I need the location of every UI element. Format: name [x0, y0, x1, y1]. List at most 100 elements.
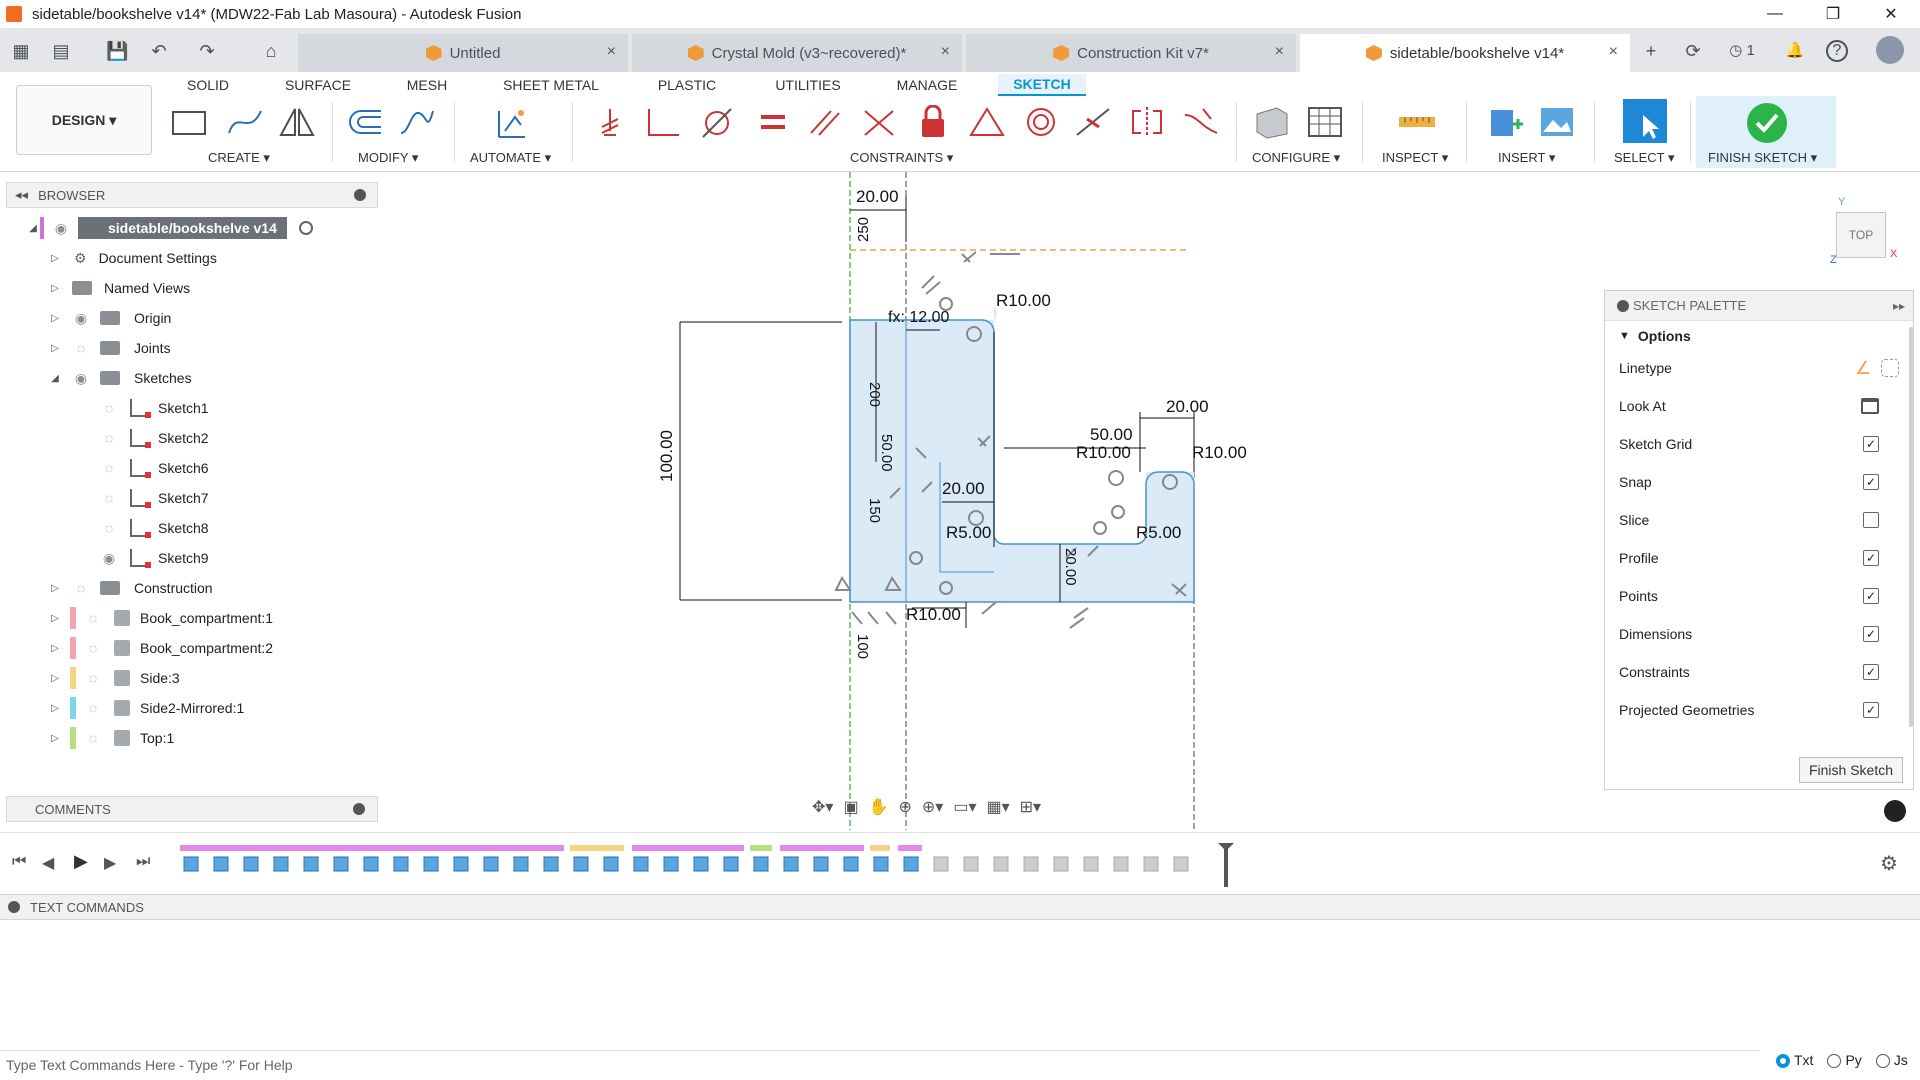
expand-triangle-icon[interactable]: ▷	[48, 673, 62, 684]
options-section[interactable]: ▼ Options	[1619, 321, 1889, 351]
sketch-grid-checkbox[interactable]: ✓	[1863, 436, 1879, 452]
undo-icon[interactable]: ↶	[148, 40, 170, 62]
hidden-eye-icon[interactable]: ◌	[82, 731, 104, 745]
tab-solid[interactable]: SOLID	[180, 74, 236, 96]
expand-triangle-icon[interactable]: ▷	[48, 733, 62, 744]
close-tab-icon[interactable]: ×	[607, 43, 616, 61]
insert-menu[interactable]: INSERT ▾	[1498, 150, 1555, 166]
workspace-design-button[interactable]: DESIGN ▾	[16, 85, 152, 155]
doc-tab-untitled[interactable]: Untitled ×	[298, 34, 628, 72]
measure-tool-icon[interactable]	[1396, 102, 1438, 142]
expand-triangle-icon[interactable]: ▷	[48, 583, 62, 594]
curve-tool-icon[interactable]	[396, 102, 438, 142]
sketch-palette-header[interactable]: SKETCH PALETTE ▸▸	[1605, 291, 1913, 321]
minimize-button[interactable]: —	[1746, 0, 1804, 28]
notification-icon[interactable]: 🔔	[1784, 40, 1806, 62]
jobs-status-icon[interactable]: ◷ 1	[1724, 40, 1760, 62]
dimensions-checkbox[interactable]: ✓	[1863, 626, 1879, 642]
snap-checkbox[interactable]: ✓	[1863, 474, 1879, 490]
mode-py[interactable]: Py	[1827, 1052, 1862, 1069]
tangent-constraint-icon[interactable]	[696, 102, 738, 142]
timeline-start-icon[interactable]: ⏮	[12, 853, 26, 871]
palette-minimize-icon[interactable]	[1617, 299, 1629, 312]
points-checkbox[interactable]: ✓	[1863, 588, 1879, 604]
constraints-menu[interactable]: CONSTRAINTS ▾	[850, 150, 953, 166]
text-commands-toggle-icon[interactable]	[8, 901, 20, 913]
tab-sketch[interactable]: SKETCH	[998, 74, 1086, 96]
visibility-eye-icon[interactable]: ◉	[70, 371, 92, 385]
projected-geometries-checkbox[interactable]: ✓	[1863, 702, 1879, 718]
hidden-eye-icon[interactable]: ◌	[70, 581, 92, 595]
parallel-constraint-icon[interactable]	[804, 102, 846, 142]
browser-side-3[interactable]: ▷ ◌ Side:3	[48, 664, 180, 692]
text-commands-header[interactable]: TEXT COMMANDS	[0, 894, 1920, 920]
hidden-eye-icon[interactable]: ◌	[82, 641, 104, 655]
display-settings-icon[interactable]: ▭▾	[953, 797, 976, 817]
inspect-menu[interactable]: INSPECT ▾	[1382, 150, 1448, 166]
insert-canvas-icon[interactable]	[1536, 102, 1578, 142]
save-icon[interactable]: 💾	[106, 40, 128, 62]
tab-utilities[interactable]: UTILITIES	[768, 74, 848, 96]
activate-radio-icon[interactable]	[298, 221, 313, 235]
curvature-constraint-icon[interactable]	[1180, 102, 1222, 142]
concentric-constraint-icon[interactable]	[1020, 102, 1062, 142]
redo-icon[interactable]: ↷	[196, 40, 218, 62]
hidden-eye-icon[interactable]: ◌	[82, 701, 104, 715]
look-at-nav-icon[interactable]: ▣	[843, 797, 858, 817]
tab-plastic[interactable]: PLASTIC	[652, 74, 722, 96]
close-tab-icon[interactable]: ×	[1609, 43, 1618, 61]
offset-tool-icon[interactable]	[344, 102, 386, 142]
hidden-eye-icon[interactable]: ◌	[98, 521, 120, 535]
browser-top-1[interactable]: ▷ ◌ Top:1	[48, 724, 174, 752]
rectangle-tool-icon[interactable]	[168, 102, 210, 142]
select-menu[interactable]: SELECT ▾	[1614, 150, 1674, 166]
mode-txt[interactable]: Txt	[1776, 1052, 1813, 1069]
expand-triangle-icon[interactable]: ▷	[48, 283, 62, 294]
comments-panel[interactable]: COMMENTS	[6, 796, 378, 822]
browser-sketch9[interactable]: ◉ Sketch9	[98, 544, 209, 572]
automate-menu[interactable]: AUTOMATE ▾	[470, 150, 551, 166]
linetype-construction-icon[interactable]: ∠	[1855, 358, 1871, 379]
expand-triangle-icon[interactable]: ▷	[48, 613, 62, 624]
browser-sketch7[interactable]: ◌ Sketch7	[98, 484, 209, 512]
finish-sketch-menu[interactable]: FINISH SKETCH ▾	[1708, 150, 1817, 166]
sync-icon[interactable]: ⟳	[1682, 40, 1704, 62]
triangle-constraint-icon[interactable]	[966, 102, 1008, 142]
select-tool-icon[interactable]	[1620, 96, 1670, 146]
browser-book-compartment-1[interactable]: ▷ ◌ Book_compartment:1	[48, 604, 273, 632]
view-cube[interactable]: TOP	[1836, 212, 1886, 258]
collapse-triangle-icon[interactable]: ◢	[26, 223, 40, 234]
browser-root[interactable]: ◢ ◉ sidetable/bookshelve v14	[26, 214, 313, 242]
timeline-end-icon[interactable]: ⏭	[136, 853, 150, 871]
zoom-icon[interactable]: ⊕	[898, 797, 911, 817]
close-window-button[interactable]: ✕	[1862, 0, 1920, 28]
timeline-back-icon[interactable]: ◀	[42, 853, 54, 873]
orbit-icon[interactable]: ✥▾	[812, 797, 833, 817]
browser-sketch1[interactable]: ◌ Sketch1	[98, 394, 209, 422]
mode-js[interactable]: Js	[1875, 1052, 1908, 1069]
hidden-eye-icon[interactable]: ◌	[98, 491, 120, 505]
browser-side2-mirrored-1[interactable]: ▷ ◌ Side2-Mirrored:1	[48, 694, 244, 722]
fix-constraint-icon[interactable]	[590, 102, 632, 142]
look-at-icon[interactable]	[1861, 398, 1879, 414]
collapse-triangle-icon[interactable]: ▼	[1619, 330, 1630, 342]
perpendicular-constraint-icon[interactable]	[642, 102, 684, 142]
collapse-panel-icon[interactable]: ◂◂	[15, 187, 28, 203]
zoom-window-icon[interactable]: ⊕▾	[922, 797, 943, 817]
viewports-icon[interactable]: ⊞▾	[1020, 797, 1041, 817]
visibility-eye-icon[interactable]: ◉	[98, 551, 120, 565]
timeline-features[interactable]	[170, 839, 1250, 889]
browser-sketch8[interactable]: ◌ Sketch8	[98, 514, 209, 542]
doc-tab-crystal-mold[interactable]: Crystal Mold (v3~recovered)* ×	[632, 34, 962, 72]
browser-origin[interactable]: ▷ ◉ Origin	[48, 304, 171, 332]
spline-tool-icon[interactable]	[224, 102, 266, 142]
doc-tab-sidetable[interactable]: sidetable/bookshelve v14* ×	[1300, 34, 1630, 72]
browser-joints[interactable]: ▷ ◌ Joints	[48, 334, 170, 362]
configure-table-icon[interactable]	[1304, 102, 1346, 142]
browser-header[interactable]: ◂◂ BROWSER	[6, 182, 378, 208]
tab-sheet-metal[interactable]: SHEET METAL	[498, 74, 604, 96]
timeline-settings-gear-icon[interactable]: ⚙	[1880, 851, 1898, 876]
browser-sketches[interactable]: ◢ ◉ Sketches	[48, 364, 191, 392]
coincident-constraint-icon[interactable]	[858, 102, 900, 142]
doc-tab-construction-kit[interactable]: Construction Kit v7* ×	[966, 34, 1296, 72]
